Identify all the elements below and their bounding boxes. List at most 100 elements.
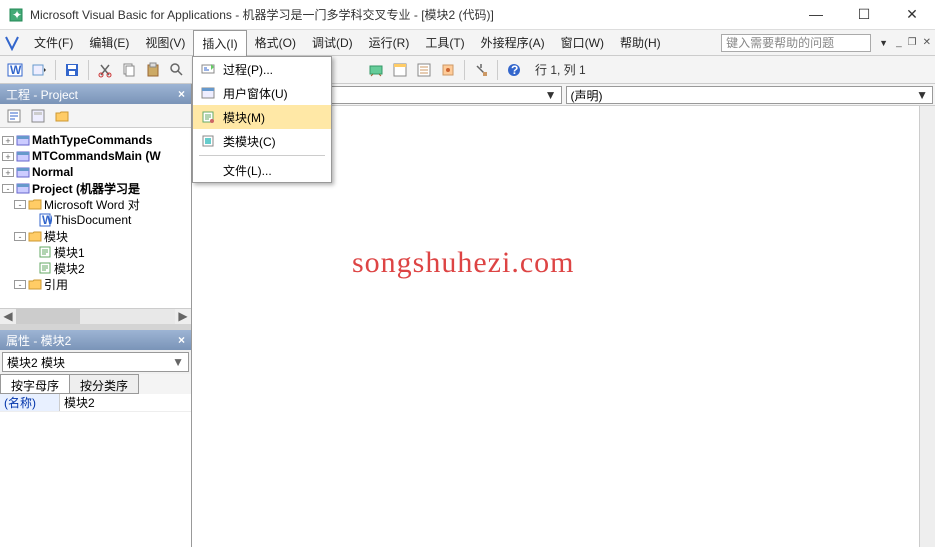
project-panel-close[interactable]: × [178, 87, 185, 101]
expand-toggle[interactable]: - [14, 200, 26, 209]
object-browser-button[interactable] [437, 59, 459, 81]
help-search-box[interactable]: 键入需要帮助的问题 [721, 34, 871, 52]
tree-node[interactable]: + MathTypeCommands [2, 132, 189, 148]
properties-button[interactable] [413, 59, 435, 81]
project-tree[interactable]: + MathTypeCommands + MTCommandsMain (W + Norm… [0, 128, 191, 308]
menu-view[interactable]: 视图(V) [137, 30, 193, 55]
help-placeholder: 键入需要帮助的问题 [726, 34, 834, 51]
menu-item-file[interactable]: 文件(L)... [193, 158, 331, 182]
properties-grid[interactable]: (名称) 模块2 [0, 394, 191, 547]
tree-node[interactable]: - 模块 [2, 228, 189, 244]
menu-help[interactable]: 帮助(H) [612, 30, 669, 55]
vertical-scrollbar[interactable] [919, 106, 935, 547]
toolbar: W ? 行 1, 列 1 [0, 56, 935, 84]
dropdown-arrow-icon[interactable]: ▼ [172, 355, 184, 369]
view-object-button[interactable] [28, 106, 48, 126]
menu-tools[interactable]: 工具(T) [417, 30, 472, 55]
tree-node[interactable]: 模块2 [2, 260, 189, 276]
menu-debug[interactable]: 调试(D) [304, 30, 361, 55]
properties-object-selector[interactable]: 模块2 模块 ▼ [2, 352, 189, 372]
paste-button[interactable] [142, 59, 164, 81]
properties-panel-close[interactable]: × [178, 333, 185, 347]
cut-button[interactable] [94, 59, 116, 81]
insert-dropdown-button[interactable] [28, 59, 50, 81]
tree-node[interactable]: + Normal [2, 164, 189, 180]
scroll-left-arrow[interactable]: ◀ [0, 309, 16, 324]
tree-node[interactable]: - Project (机器学习是 [2, 180, 189, 196]
tab-alphabetic[interactable]: 按字母序 [0, 374, 70, 394]
expand-toggle[interactable]: + [2, 168, 14, 177]
expand-toggle[interactable]: + [2, 136, 14, 145]
menu-run[interactable]: 运行(R) [361, 30, 418, 55]
property-value[interactable]: 模块2 [60, 394, 191, 411]
help-button[interactable]: ? [503, 59, 525, 81]
mdi-minimize[interactable]: _ [896, 37, 902, 48]
tree-label: MathTypeCommands [32, 133, 152, 147]
menu-addins[interactable]: 外接程序(A) [473, 30, 553, 55]
dropdown-arrow-icon[interactable]: ▼ [545, 88, 557, 102]
property-row[interactable]: (名称) 模块2 [0, 394, 191, 412]
mod-icon [38, 261, 52, 275]
toolbox-button[interactable] [470, 59, 492, 81]
menu-format[interactable]: 格式(O) [247, 30, 304, 55]
proj-icon [16, 181, 30, 195]
proj-icon [16, 165, 30, 179]
menu-window[interactable]: 窗口(W) [553, 30, 612, 55]
copy-button[interactable] [118, 59, 140, 81]
svg-text:W: W [10, 63, 22, 77]
expand-toggle[interactable]: - [14, 232, 26, 241]
property-name: (名称) [0, 394, 60, 411]
properties-tabs: 按字母序 按分类序 [0, 374, 191, 394]
tree-node[interactable]: -Microsoft Word 对 [2, 196, 189, 212]
help-dropdown-arrow[interactable]: ▼ [879, 38, 888, 48]
tree-node[interactable]: + MTCommandsMain (W [2, 148, 189, 164]
mdi-restore[interactable]: ❐ [908, 37, 917, 48]
project-explorer-button[interactable] [389, 59, 411, 81]
tree-node[interactable]: 模块1 [2, 244, 189, 260]
view-code-button[interactable] [4, 106, 24, 126]
tree-label: 引用 [44, 276, 68, 293]
tree-node[interactable]: - 引用 [2, 276, 189, 292]
dropdown-arrow-icon[interactable]: ▼ [916, 88, 928, 102]
tree-node[interactable]: WThisDocument [2, 212, 189, 228]
expand-toggle[interactable]: - [14, 280, 26, 289]
menu-file[interactable]: 文件(F) [26, 30, 81, 55]
find-button[interactable] [166, 59, 188, 81]
menu-item-label: 类模块(C) [223, 133, 276, 150]
close-button[interactable]: ✕ [897, 6, 927, 23]
tab-categorized[interactable]: 按分类序 [69, 374, 139, 394]
view-word-button[interactable]: W [4, 59, 26, 81]
expand-toggle[interactable]: - [2, 184, 14, 193]
tree-label: Project (机器学习是 [32, 180, 140, 197]
project-h-scrollbar[interactable]: ◀ ▶ [0, 308, 191, 324]
save-button[interactable] [61, 59, 83, 81]
svg-text:✦: ✦ [12, 8, 22, 22]
scroll-track[interactable] [16, 309, 175, 324]
maximize-button[interactable]: ☐ [849, 6, 879, 23]
scroll-thumb[interactable] [16, 309, 80, 324]
menubar: 文件(F) 编辑(E) 视图(V) 插入(I) 格式(O) 调试(D) 运行(R… [0, 30, 935, 56]
tree-label: Normal [32, 165, 73, 179]
proj-icon [16, 133, 30, 147]
menu-edit[interactable]: 编辑(E) [81, 30, 137, 55]
toggle-folders-button[interactable] [52, 106, 72, 126]
vba-icon [4, 35, 20, 51]
procedure-dropdown[interactable]: (声明) ▼ [566, 86, 934, 104]
scroll-right-arrow[interactable]: ▶ [175, 309, 191, 324]
tree-label: MTCommandsMain (W [32, 149, 161, 163]
minimize-button[interactable]: — [801, 6, 831, 23]
userform-icon [199, 84, 217, 102]
toolbar-sep [88, 60, 89, 80]
tree-label: 模块 [44, 228, 68, 245]
toolbar-sep [464, 60, 465, 80]
menu-item-userform[interactable]: 用户窗体(U) [193, 81, 331, 105]
design-mode-button[interactable] [365, 59, 387, 81]
menu-item-classmodule[interactable]: 类模块(C) [193, 129, 331, 153]
expand-toggle[interactable]: + [2, 152, 14, 161]
menu-insert[interactable]: 插入(I) [193, 30, 246, 56]
menu-item-module[interactable]: 模块(M) [193, 105, 331, 129]
project-panel-title: 工程 - Project [6, 86, 78, 103]
window-controls: — ☐ ✕ [801, 6, 927, 23]
mdi-close[interactable]: ✕ [923, 37, 931, 48]
menu-item-procedure[interactable]: 过程(P)... [193, 57, 331, 81]
